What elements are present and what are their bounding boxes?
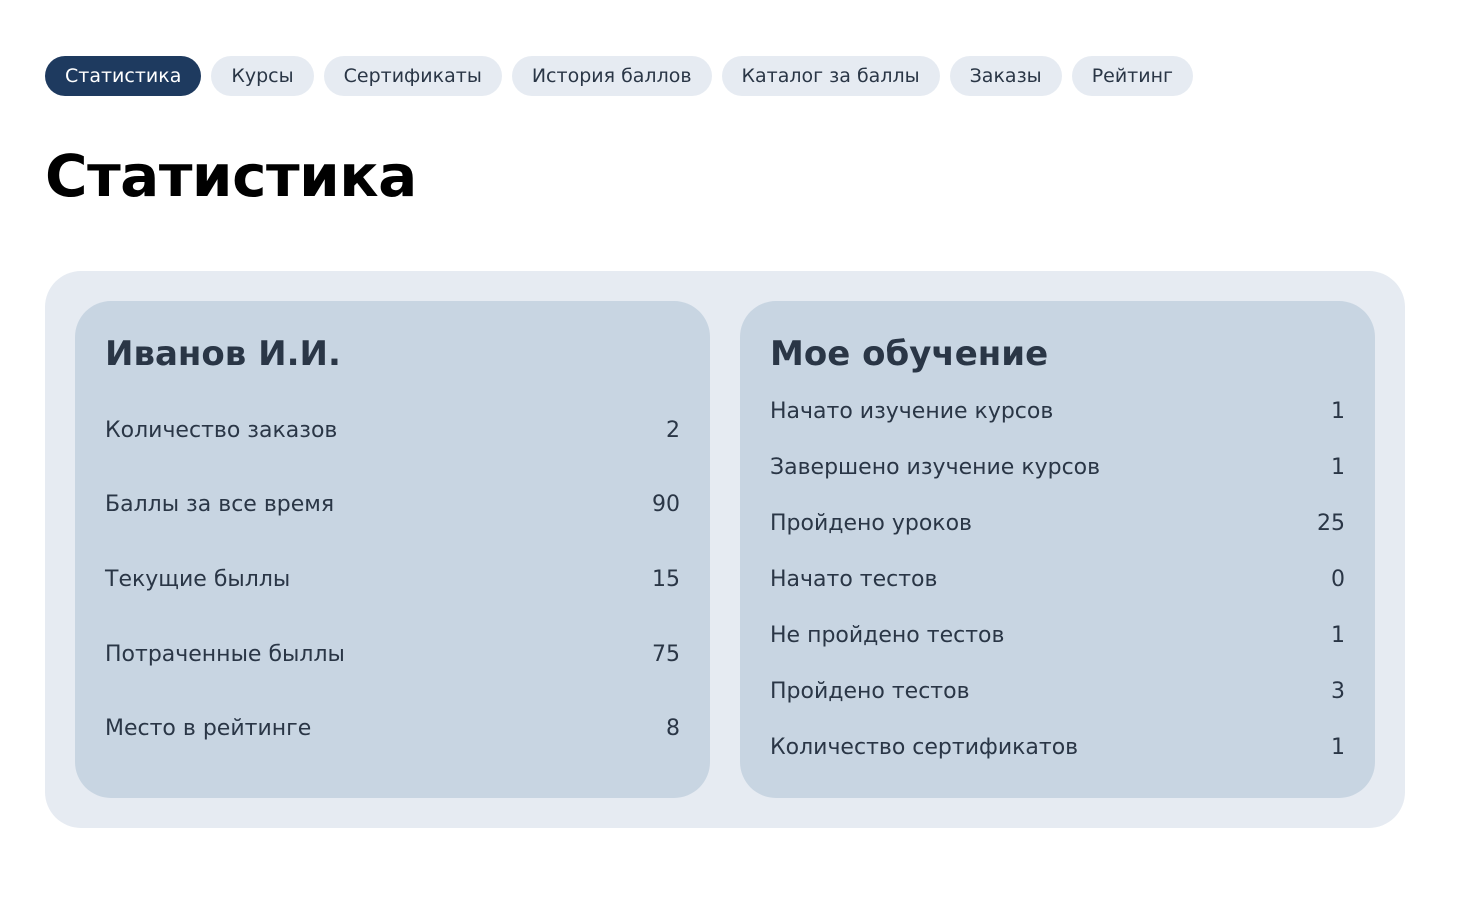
stat-row-points-spent: Потраченные быллы 75 bbox=[105, 641, 680, 669]
stat-value: 75 bbox=[652, 642, 680, 667]
stat-value: 0 bbox=[1331, 567, 1345, 592]
stat-value: 15 bbox=[652, 567, 680, 592]
statistics-panel: Иванов И.И. Количество заказов 2 Баллы з… bbox=[45, 271, 1405, 828]
stat-label: Начато тестов bbox=[770, 567, 938, 592]
tab-points-history[interactable]: История баллов bbox=[511, 56, 712, 96]
stat-row-tests-started: Начато тестов 0 bbox=[770, 566, 1345, 594]
stat-value: 25 bbox=[1317, 511, 1345, 536]
learning-card: Мое обучение Начато изучение курсов 1 За… bbox=[740, 301, 1375, 798]
stat-row-courses-started: Начато изучение курсов 1 bbox=[770, 398, 1345, 426]
profile-card: Иванов И.И. Количество заказов 2 Баллы з… bbox=[75, 301, 710, 798]
stat-value: 1 bbox=[1331, 455, 1345, 480]
stat-value: 1 bbox=[1331, 623, 1345, 648]
stat-label: Завершено изучение курсов bbox=[770, 455, 1101, 480]
tab-courses[interactable]: Курсы bbox=[211, 56, 314, 96]
stat-value: 3 bbox=[1331, 679, 1345, 704]
stat-row-lessons-passed: Пройдено уроков 25 bbox=[770, 510, 1345, 538]
tab-points-catalog[interactable]: Каталог за баллы bbox=[721, 56, 940, 96]
stat-row-orders-count: Количество заказов 2 bbox=[105, 417, 680, 445]
stat-label: Не пройдено тестов bbox=[770, 623, 1005, 648]
section-tabs: Статистика Курсы Сертификаты История бал… bbox=[45, 56, 1194, 96]
stat-value: 1 bbox=[1331, 399, 1345, 424]
stat-row-tests-passed: Пройдено тестов 3 bbox=[770, 678, 1345, 706]
stat-value: 90 bbox=[652, 492, 680, 517]
tab-statistics[interactable]: Статистика bbox=[45, 56, 202, 96]
stat-label: Количество сертификатов bbox=[770, 735, 1079, 760]
stat-label: Потраченные быллы bbox=[105, 642, 345, 667]
stat-value: 8 bbox=[666, 716, 680, 741]
tab-rating[interactable]: Рейтинг bbox=[1071, 56, 1194, 96]
page-title: Статистика bbox=[45, 142, 417, 210]
stat-row-courses-completed: Завершено изучение курсов 1 bbox=[770, 454, 1345, 482]
learning-title: Мое обучение bbox=[770, 334, 1049, 374]
stat-row-certificates-count: Количество сертификатов 1 bbox=[770, 734, 1345, 762]
stat-label: Пройдено тестов bbox=[770, 679, 970, 704]
stat-label: Место в рейтинге bbox=[105, 716, 312, 741]
stat-label: Начато изучение курсов bbox=[770, 399, 1054, 424]
stat-row-points-total: Баллы за все время 90 bbox=[105, 491, 680, 519]
stat-row-tests-failed: Не пройдено тестов 1 bbox=[770, 622, 1345, 650]
tab-orders[interactable]: Заказы bbox=[949, 56, 1062, 96]
stat-value: 2 bbox=[666, 418, 680, 443]
stat-label: Текущие быллы bbox=[105, 567, 291, 592]
stat-row-rating-place: Место в рейтинге 8 bbox=[105, 715, 680, 743]
profile-name: Иванов И.И. bbox=[105, 334, 341, 374]
stat-value: 1 bbox=[1331, 735, 1345, 760]
stat-row-points-current: Текущие быллы 15 bbox=[105, 566, 680, 594]
stat-label: Количество заказов bbox=[105, 418, 338, 443]
stat-label: Пройдено уроков bbox=[770, 511, 973, 536]
tab-certificates[interactable]: Сертификаты bbox=[323, 56, 502, 96]
stat-label: Баллы за все время bbox=[105, 492, 335, 517]
